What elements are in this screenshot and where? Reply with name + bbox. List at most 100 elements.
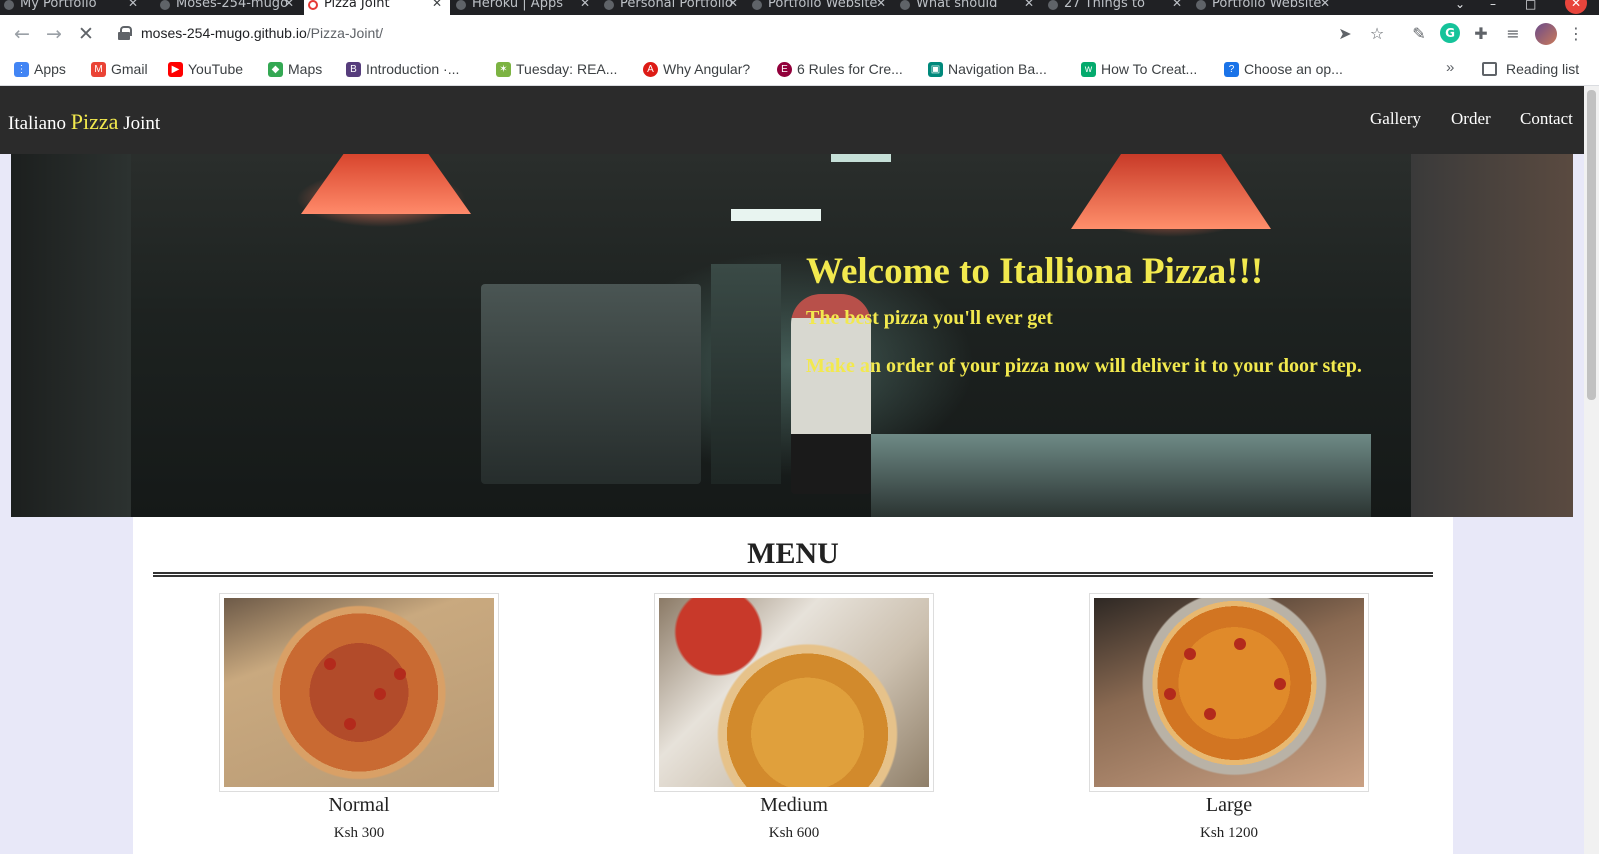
pizza-image-frame: [219, 593, 499, 792]
menu-item-size: Normal: [328, 794, 390, 816]
nav-link-order[interactable]: Order: [1451, 109, 1491, 129]
gmail-icon: M: [91, 62, 106, 77]
bookmark-apps[interactable]: ⋮ Apps: [12, 59, 66, 80]
pizza-image-normal: [224, 598, 494, 787]
bookmark-choose-option[interactable]: ? Choose an op...: [1222, 59, 1343, 80]
menu-card-large[interactable]: Large Ksh 1200: [1089, 593, 1369, 842]
menu-item-price: Ksh 1200: [1200, 825, 1258, 841]
media-control-icon[interactable]: ≡: [1502, 23, 1524, 45]
pizza-image-large: [1094, 598, 1364, 787]
heat-lamp-right: [1071, 154, 1271, 229]
page-viewport: Italiano Pizza Joint Gallery Order Conta…: [0, 86, 1584, 854]
page-scrollbar[interactable]: [1584, 86, 1599, 854]
bookmark-gmail[interactable]: M Gmail: [89, 59, 148, 80]
w3schools-icon: w: [1081, 62, 1096, 77]
browser-tab[interactable]: My Portfolio ✕: [0, 0, 146, 15]
browser-tab-strip: My Portfolio ✕ Moses-254-mugo ✕ Pizza Join…: [0, 0, 1599, 15]
tab-favicon-icon: [900, 0, 910, 10]
scrollbar-thumb[interactable]: [1587, 90, 1596, 400]
tab-favicon-icon: [1048, 0, 1058, 10]
browser-toolbar: ← → ✕ moses-254-mugo.github.io/Pizza-Joi…: [0, 15, 1599, 53]
browser-tab[interactable]: 27 Things to ✕: [1044, 0, 1190, 15]
apps-grid-icon: ⋮: [14, 62, 29, 77]
menu-divider: [153, 572, 1433, 577]
browser-tab[interactable]: Portfolio Website ✕: [748, 0, 894, 15]
tab-close-icon[interactable]: ✕: [580, 0, 590, 10]
bookmark-6-rules[interactable]: E6 Rules for Cre...: [775, 59, 903, 80]
maps-icon: ◆: [268, 62, 283, 77]
bookmark-how-to-create[interactable]: w How To Creat...: [1079, 59, 1197, 80]
bootstrap-icon: B: [346, 62, 361, 77]
nav-link-gallery[interactable]: Gallery: [1370, 109, 1421, 129]
tab-close-icon[interactable]: ✕: [432, 0, 442, 10]
hero-title: Welcome to Italliona Pizza!!!: [806, 251, 1264, 292]
menu-item-price: Ksh 600: [768, 825, 820, 841]
left-wall: [11, 154, 131, 517]
menu-card-medium[interactable]: Medium Ksh 600: [654, 593, 934, 842]
kitchen-shelf: [711, 264, 781, 484]
grammarly-icon[interactable]: G: [1440, 23, 1460, 43]
bookmark-tuesday[interactable]: ✶ Tuesday: REA...: [494, 59, 617, 80]
tab-favicon-icon: [752, 0, 762, 10]
site-navbar: Italiano Pizza Joint Gallery Order Conta…: [0, 86, 1584, 154]
tab-favicon-icon: [456, 0, 466, 10]
tab-close-icon[interactable]: ✕: [1024, 0, 1034, 10]
lock-icon[interactable]: [118, 26, 132, 40]
site-brand[interactable]: Italiano Pizza Joint: [8, 109, 160, 135]
hero-subtitle: The best pizza you'll ever get: [806, 307, 1053, 329]
minimize-icon[interactable]: –: [1490, 0, 1496, 11]
browser-tab[interactable]: What should ✕: [896, 0, 1042, 15]
ceiling-light: [831, 154, 891, 162]
browser-tab[interactable]: Heroku | Apps ✕: [452, 0, 598, 15]
tab-favicon-icon: [604, 0, 614, 10]
tab-favicon-icon: [308, 0, 318, 10]
nav-link-contact[interactable]: Contact: [1520, 109, 1573, 129]
tab-close-icon[interactable]: ✕: [876, 0, 886, 10]
bookmarks-bar: ⋮ Apps M Gmail ▶ YouTube ◆ Maps B Introductio…: [0, 53, 1599, 86]
maximize-icon[interactable]: □: [1525, 0, 1536, 11]
bookmark-green-icon: ▣: [928, 62, 943, 77]
extension-pen-icon[interactable]: ✎: [1408, 23, 1430, 45]
browser-tab[interactable]: Personal Portfolio ✕: [600, 0, 746, 15]
more-bookmarks-icon[interactable]: »: [1446, 59, 1454, 76]
browser-tab[interactable]: Portfolio Website ✕: [1192, 0, 1338, 15]
bookmark-youtube[interactable]: ▶ YouTube: [166, 59, 243, 80]
question-icon: ?: [1224, 62, 1239, 77]
tab-close-icon[interactable]: ✕: [284, 0, 294, 10]
bookmark-star-icon[interactable]: ☆: [1366, 23, 1388, 45]
tab-close-icon[interactable]: ✕: [728, 0, 738, 10]
bookmark-why-angular[interactable]: A Why Angular?: [641, 59, 750, 80]
kitchen-counter: [871, 434, 1371, 517]
browser-tab[interactable]: Moses-254-mugo ✕: [156, 0, 302, 15]
send-tab-icon[interactable]: ➤: [1334, 23, 1356, 45]
forward-icon[interactable]: →: [42, 22, 66, 46]
tab-favicon-icon: [4, 0, 14, 10]
bookmark-introduction[interactable]: B Introduction ·...: [344, 59, 459, 80]
menu-title: MENU: [747, 537, 839, 570]
extensions-puzzle-icon[interactable]: ✚: [1470, 23, 1492, 45]
menu-card-normal[interactable]: Normal Ksh 300: [219, 593, 499, 842]
reading-list-button[interactable]: Reading list: [1482, 59, 1579, 80]
bookmark-maps[interactable]: ◆ Maps: [266, 59, 322, 80]
menu-item-size: Medium: [760, 794, 828, 816]
back-icon[interactable]: ←: [10, 22, 34, 46]
menu-item-price: Ksh 300: [333, 825, 385, 841]
pizza-image-frame: [654, 593, 934, 792]
profile-avatar[interactable]: [1535, 23, 1557, 45]
menu-item-size: Large: [1205, 794, 1253, 816]
hero-tagline: Make an order of your pizza now will del…: [806, 355, 1362, 377]
tab-close-icon[interactable]: ✕: [1172, 0, 1182, 10]
browser-tab-active[interactable]: Pizza Joint ✕: [304, 0, 450, 15]
heat-lamp-left: [301, 154, 471, 214]
menu-kebab-icon[interactable]: ⋮: [1565, 23, 1587, 45]
tab-close-icon[interactable]: ✕: [1320, 0, 1330, 10]
window-close-icon[interactable]: ✕: [1565, 0, 1587, 14]
address-bar[interactable]: moses-254-mugo.github.io/Pizza-Joint/: [141, 25, 383, 41]
pizza-image-medium: [659, 598, 929, 787]
url-host: moses-254-mugo.github.io: [141, 25, 307, 41]
stop-loading-icon[interactable]: ✕: [74, 22, 98, 46]
tab-close-icon[interactable]: ✕: [128, 0, 138, 10]
bookmark-navigation-bar[interactable]: ▣ Navigation Ba...: [926, 59, 1047, 80]
back-wall: [1411, 154, 1573, 517]
tab-search-icon[interactable]: ⌄: [1455, 0, 1465, 11]
